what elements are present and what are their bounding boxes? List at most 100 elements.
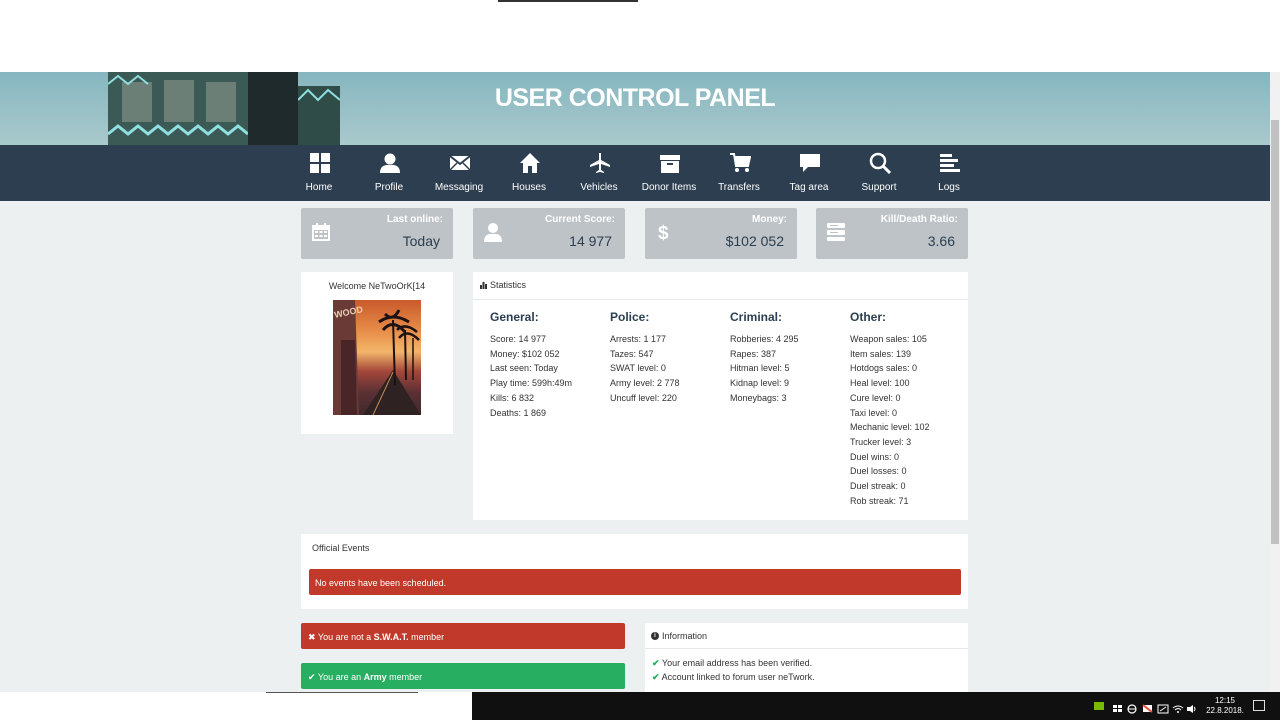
stat-kill-death-ratio: Kill/Death Ratio: 3.66 [816,208,968,259]
bottom-divider [266,692,418,693]
nav-vehicles[interactable]: Vehicles [564,145,634,201]
stats-criminal-title: Criminal: [730,310,783,324]
welcome-text: Welcome NeTwoOrK[14 [328,281,426,291]
stat-row: Last seen: Today [490,363,558,374]
nvidia-icon[interactable] [1094,702,1104,710]
stat-row: Kidnap level: 9 [730,378,790,389]
stat-row: Play time: 599h:49m [490,378,573,389]
information-panel: i Information ✔ Your email address has b… [645,623,968,692]
stat-kill-death-ratio-label: Kill/Death Ratio: [880,214,958,225]
stat-row: Weapon sales: 105 [850,334,927,344]
avatar[interactable]: WOOD [333,300,421,415]
stat-row: Rob streak: 71 [850,495,909,506]
nav-donor-items[interactable]: Donor Items [634,145,704,201]
nav-home-label: Home [305,182,333,193]
stat-row: Rapes: 387 [730,348,777,359]
main-navbar: Home Profile Messaging Houses Vehicles D… [0,145,1270,201]
stat-row: Cure level: 0 [850,392,901,403]
bar-chart-icon [480,282,487,289]
close-icon: ✖ [308,632,316,642]
stat-kill-death-ratio-value: 3.66 [927,233,955,249]
statistics-panel: Statistics General: Score: 14 977 Money: … [473,272,968,520]
stats-column-other: Other: Weapon sales: 105 Item sales: 139 H… [850,310,970,508]
airplane-icon [590,153,610,173]
stat-row: Duel losses: 0 [850,466,907,477]
scrollbar-thumb[interactable] [1271,120,1279,544]
check-icon: ✔ [308,672,316,682]
nav-houses-label: Houses [512,182,546,193]
clock-time: 12:15 [1214,696,1236,705]
check-icon: ✔ [652,672,660,682]
stat-row: Arrests: 1 177 [610,334,667,344]
army-prefix: You are an [317,672,364,682]
check-icon: ✔ [652,658,660,668]
search-icon [869,152,891,174]
stats-other-title: Other: [850,310,886,324]
stat-row: Robberies: 4 295 [730,334,799,344]
cart-icon [730,153,751,172]
stat-row: Moneybags: 3 [730,392,787,403]
page-scrollbar[interactable] [1270,72,1280,692]
stat-current-score: Current Score: 14 977 [473,208,625,259]
shield-icon[interactable] [1112,701,1124,712]
stat-row: Army level: 2 778 [610,378,680,389]
stats-other-rows: Weapon sales: 105 Item sales: 139 Hotdogs … [850,332,970,508]
sync-icon[interactable] [1157,701,1169,714]
nav-logs[interactable]: Logs [914,145,984,201]
army-name: Army [363,672,387,682]
nav-transfers-label: Transfers [718,182,760,193]
house-icon [520,153,540,173]
list-icon [940,154,960,172]
calendar-icon [312,223,330,241]
nav-messaging[interactable]: Messaging [424,145,494,201]
stat-row: Taxi level: 0 [850,407,898,418]
nav-messaging-label: Messaging [434,182,484,193]
stats-police-title: Police: [610,310,650,324]
stat-row: Money: $102 052 [490,348,560,359]
stat-row: Hotdogs sales: 0 [850,363,918,374]
nav-tag-area[interactable]: Tag area [774,145,844,201]
stat-row: Deaths: 1 869 [490,407,547,418]
stat-money: $ Money: $102 052 [645,208,797,259]
header-banner: USER CONTROL PANEL [0,72,1270,145]
notification-icon[interactable] [1253,700,1265,711]
stats-column-police: Police: Arrests: 1 177 Tazes: 547 SWAT lev… [610,310,730,406]
official-events-panel: Official Events No events have been sche… [301,534,968,609]
stat-row: SWAT level: 0 [610,363,666,374]
network-icon[interactable] [1126,701,1138,714]
statistics-header: Statistics [473,272,968,300]
welcome-panel: Welcome NeTwoOrK[14 WOOD [301,272,453,434]
envelope-icon [449,155,471,171]
nav-support[interactable]: Support [844,145,914,201]
nav-houses[interactable]: Houses [494,145,564,201]
server-icon [827,223,845,241]
stats-criminal-rows: Robberies: 4 295 Rapes: 387 Hitman level: … [730,332,850,406]
nav-logs-label: Logs [938,182,960,193]
page-title: USER CONTROL PANEL [494,84,776,112]
stat-row: Hitman level: 5 [730,363,790,374]
stat-last-online-value: Today [402,233,440,249]
info-email-verified: ✔ Your email address has been verified. [652,658,812,669]
nav-tag-area-label: Tag area [789,182,829,193]
stats-general-title: General: [490,310,539,324]
swat-membership-alert: ✖ You are not a S.W.A.T. member [301,623,625,649]
official-events-title: Official Events [312,543,370,553]
wifi-icon[interactable] [1172,701,1184,713]
system-clock[interactable]: 12:15 22.8.2018. [1200,696,1250,716]
stats-column-general: General: Score: 14 977 Money: $102 052 Las… [490,310,610,420]
archive-icon [660,155,680,173]
dollar-icon: $ [658,223,669,242]
nav-home[interactable]: Home [284,145,354,201]
info-icon: i [651,632,659,640]
user-icon [380,153,400,173]
info-forum-text: Account linked to forum user neTwork. [661,672,815,682]
nav-profile[interactable]: Profile [354,145,424,201]
flag-icon[interactable] [1142,701,1154,713]
nav-transfers[interactable]: Transfers [704,145,774,201]
stat-current-score-value: 14 977 [569,233,612,249]
volume-icon[interactable] [1186,701,1198,713]
stats-column-criminal: Criminal: Robberies: 4 295 Rapes: 387 Hitm… [730,310,850,406]
stats-police-rows: Arrests: 1 177 Tazes: 547 SWAT level: 0 Arm… [610,332,730,406]
nav-vehicles-label: Vehicles [580,182,618,193]
nav-profile-label: Profile [374,182,404,193]
